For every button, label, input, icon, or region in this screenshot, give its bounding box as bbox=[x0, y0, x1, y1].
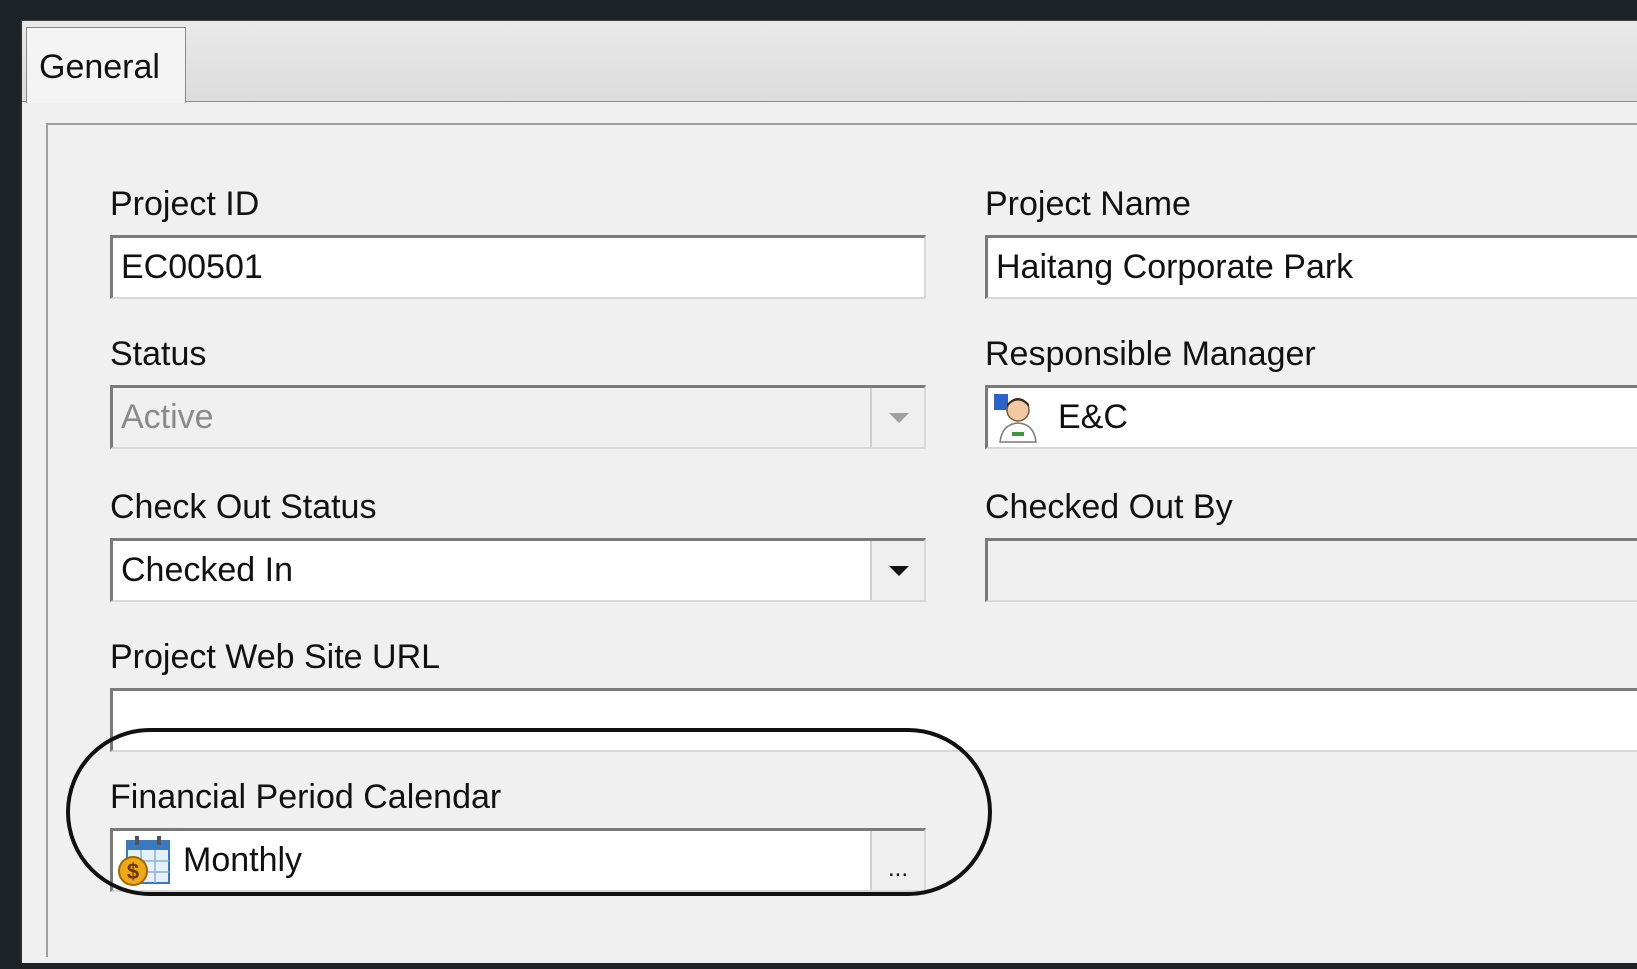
check-out-status-dropdown[interactable]: Checked In bbox=[110, 538, 926, 602]
project-id-input[interactable]: EC00501 bbox=[110, 235, 926, 299]
tab-strip: General bbox=[22, 21, 1637, 103]
project-name-input[interactable]: Haitang Corporate Park bbox=[985, 235, 1637, 299]
project-id-value: EC00501 bbox=[121, 248, 263, 286]
checked-out-by-input[interactable] bbox=[985, 538, 1637, 602]
status-dropdown-arrow-icon[interactable] bbox=[870, 388, 924, 447]
general-panel: Project ID EC00501 Project Name Haitang … bbox=[46, 123, 1637, 957]
check-out-status-label: Check Out Status bbox=[110, 488, 377, 526]
financial-period-calendar-browse-button[interactable]: ... bbox=[870, 831, 924, 890]
financial-period-calendar-input[interactable]: $ Monthly ... bbox=[110, 828, 926, 892]
financial-period-calendar-value: Monthly bbox=[183, 841, 303, 879]
check-out-status-value: Checked In bbox=[121, 551, 293, 589]
status-label: Status bbox=[110, 335, 207, 373]
financial-calendar-icon: $ bbox=[118, 836, 170, 886]
project-name-label: Project Name bbox=[985, 185, 1191, 223]
project-name-value: Haitang Corporate Park bbox=[996, 248, 1354, 286]
status-value: Active bbox=[121, 398, 214, 436]
status-dropdown[interactable]: Active bbox=[110, 385, 926, 449]
financial-period-calendar-label: Financial Period Calendar bbox=[110, 778, 502, 816]
responsible-manager-input[interactable]: E&C bbox=[985, 385, 1637, 449]
project-id-label: Project ID bbox=[110, 185, 260, 223]
project-details-window: General Project ID EC00501 Project Name … bbox=[20, 20, 1637, 963]
responsible-manager-value: E&C bbox=[1058, 398, 1128, 436]
user-icon bbox=[994, 394, 1037, 443]
check-out-status-dropdown-arrow-icon[interactable] bbox=[870, 541, 924, 600]
checked-out-by-label: Checked Out By bbox=[985, 488, 1233, 526]
web-site-url-input[interactable] bbox=[110, 688, 1637, 752]
svg-text:$: $ bbox=[127, 859, 139, 884]
responsible-manager-label: Responsible Manager bbox=[985, 335, 1316, 373]
web-site-url-label: Project Web Site URL bbox=[110, 638, 441, 676]
tab-general[interactable]: General bbox=[26, 27, 186, 103]
